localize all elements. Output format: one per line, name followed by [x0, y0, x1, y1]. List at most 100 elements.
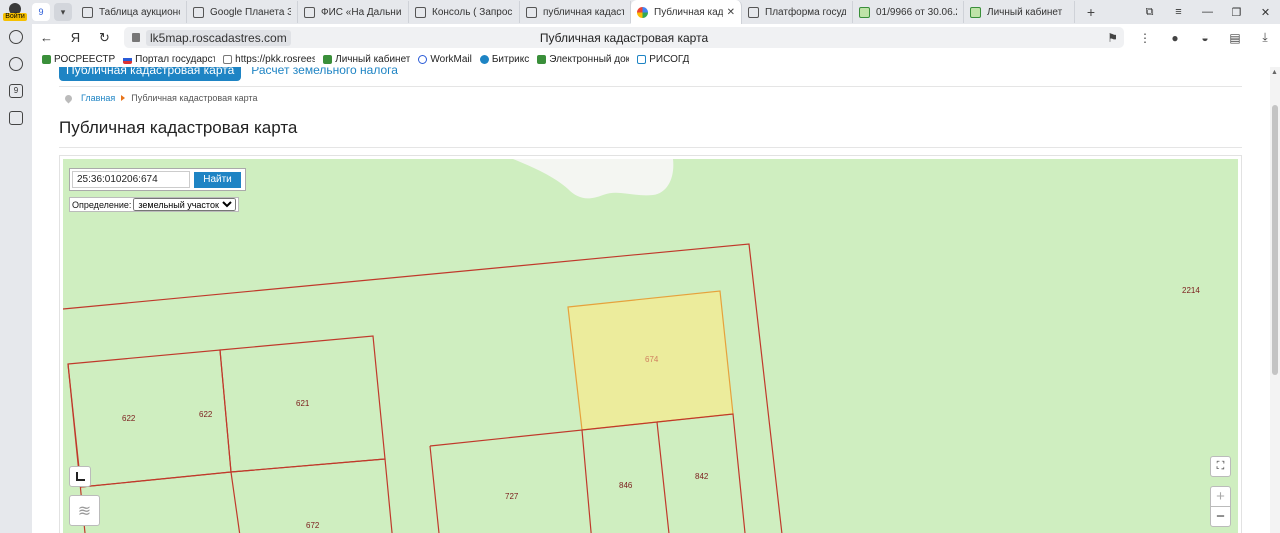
vpn-icon[interactable]: ◒: [1190, 31, 1220, 45]
new-tab-plus-icon[interactable]: +: [1081, 2, 1101, 22]
parcel-727[interactable]: [429, 429, 592, 533]
fullscreen-button[interactable]: ⛶: [1210, 456, 1231, 477]
bookmark-risogd[interactable]: РИСОГД: [637, 54, 689, 65]
reload-icon[interactable]: ↻: [90, 30, 119, 46]
zoom-out-button[interactable]: −: [1210, 506, 1231, 527]
tab-list: Таблица аукционов Google Планета Земля Ф…: [76, 0, 1075, 24]
tab-console-requests[interactable]: Консоль ( Запросы ): [409, 1, 520, 23]
parcel-672-left: [80, 471, 241, 533]
bookmark-pkk[interactable]: https://pkk.rosreestr: [223, 54, 315, 65]
parcel-label-622: 622: [199, 410, 213, 419]
bookmark-gosuslugi[interactable]: Портал государственных: [123, 54, 215, 65]
breadcrumb-home-link[interactable]: Главная: [81, 93, 115, 103]
parcel-label-622: 622: [122, 414, 136, 423]
page-content: Публичная кадастровая карта Расчет земел…: [32, 67, 1270, 533]
emblem-icon: [42, 54, 51, 64]
tab-personal-cabinet[interactable]: Личный кабинет: [964, 1, 1075, 23]
site-nav-tabs: Публичная кадастровая карта Расчет земел…: [59, 67, 408, 81]
minimize-icon[interactable]: —: [1193, 6, 1222, 18]
page-icon: [193, 6, 204, 18]
cadastral-number-input[interactable]: [72, 171, 190, 188]
profile-button[interactable]: Войти: [0, 0, 30, 24]
back-arrow-icon[interactable]: ←: [32, 30, 61, 45]
parcel-label-672: 672: [306, 521, 320, 530]
cadastral-search-box: Найти: [69, 168, 246, 191]
close-window-icon[interactable]: ✕: [1251, 6, 1280, 19]
page-icon: [304, 6, 315, 18]
scroll-up-icon[interactable]: ▲: [1271, 69, 1278, 76]
definition-select[interactable]: земельный участок: [133, 198, 237, 211]
history-icon[interactable]: [9, 30, 23, 44]
tab-document[interactable]: 01/9966 от 30.06.2023: [853, 1, 964, 23]
bookmark-personal-cabinet[interactable]: Личный кабинет: [323, 54, 410, 65]
cabinet-icon: [970, 6, 981, 18]
nav-tab-cadastral-map[interactable]: Публичная кадастровая карта: [59, 67, 242, 81]
page-icon: [415, 6, 426, 18]
browser-tab-strip: Войти 9 ▾ Таблица аукционов Google Плане…: [0, 0, 1280, 24]
parcel-label-842: 842: [695, 472, 709, 481]
tab-public-cadastral-map[interactable]: Публичная кадастровая✕: [631, 0, 742, 24]
tab-fis-far-east[interactable]: ФИС «На Дальний Восток»: [298, 1, 409, 23]
window-controls: ⧉ ≡ — ❐ ✕: [1135, 0, 1280, 24]
tab-google-earth[interactable]: Google Планета Земля: [187, 1, 298, 23]
parcel-label-2214: 2214: [1182, 286, 1200, 295]
yandex-icon[interactable]: Я: [61, 30, 90, 45]
clipboard-icon[interactable]: ▤: [1220, 31, 1250, 45]
more-vertical-icon[interactable]: ⋮: [1130, 31, 1160, 45]
tab-gov-platform[interactable]: Платформа государственных: [742, 1, 853, 23]
restore-icon[interactable]: ❐: [1222, 6, 1251, 19]
breadcrumb-current: Публичная кадастровая карта: [131, 93, 258, 103]
page-title: Публичная кадастровая карта: [59, 118, 298, 137]
google-icon: [637, 6, 648, 18]
bookmark-rosreestr[interactable]: РОСРЕЕСТР: [42, 54, 115, 65]
definition-row: Определение: земельный участок: [69, 197, 240, 212]
ruler-tool-button[interactable]: [69, 466, 91, 487]
toolbar-right: ⋮ ● ◒ ▤ ⤓: [1130, 24, 1280, 51]
map-parcels-layer: [63, 159, 783, 533]
downloads-icon[interactable]: ⤓: [1250, 30, 1280, 45]
close-icon[interactable]: ✕: [727, 7, 735, 18]
page-icon: [223, 54, 233, 64]
badge-icon[interactable]: 9: [9, 84, 23, 98]
location-pin-icon: [63, 93, 74, 103]
parcel-846[interactable]: [581, 421, 670, 533]
nav-tab-land-tax[interactable]: Расчет земельного налога: [241, 67, 408, 81]
bookmark-electronic-doc[interactable]: Электронный документ: [537, 54, 629, 65]
bookmarks-bar: РОСРЕЕСТР Портал государственных https:/…: [32, 51, 1280, 67]
chevron-right-icon: [121, 95, 126, 101]
fullscreen-icon: ⛶: [1216, 460, 1225, 472]
menu-icon[interactable]: ≡: [1164, 6, 1193, 18]
parcel-label-846: 846: [619, 481, 633, 490]
extension-icon[interactable]: ●: [1160, 31, 1190, 45]
parcel-label-727: 727: [505, 492, 519, 501]
cadastral-map[interactable]: 674 622 622 621 727 846 842 672 2214 Най…: [63, 159, 1238, 533]
page-icon: [526, 6, 537, 18]
login-label: Войти: [3, 13, 27, 21]
chevron-down-icon[interactable]: ▾: [54, 3, 72, 21]
bookmark-bitrix[interactable]: Битрикс: [479, 54, 529, 65]
building-icon: [637, 54, 647, 64]
play-icon[interactable]: [9, 57, 23, 71]
scrollbar-thumb[interactable]: [1272, 105, 1278, 375]
page-scrollbar[interactable]: ▲: [1270, 67, 1280, 533]
definition-label: Определение:: [72, 199, 132, 210]
find-button[interactable]: Найти: [194, 171, 241, 188]
parcel-label-621: 621: [296, 399, 310, 408]
tab-count-badge[interactable]: 9: [32, 3, 50, 21]
browser-side-panel: 9: [0, 24, 32, 533]
zoom-in-button[interactable]: +: [1210, 486, 1231, 507]
layers-button[interactable]: ≋: [69, 495, 100, 526]
breadcrumb: Главная Публичная кадастровая карта: [63, 93, 258, 103]
tab-auction-table[interactable]: Таблица аукционов: [76, 1, 187, 23]
bookmark-icon[interactable]: ⚑: [1107, 31, 1118, 45]
corner-icon: [75, 472, 85, 481]
camera-icon[interactable]: [9, 111, 23, 125]
emblem-icon: [323, 54, 333, 64]
map-frame: 674 622 622 621 727 846 842 672 2214 Най…: [59, 155, 1242, 533]
divider: [59, 86, 1242, 87]
bookmark-workmail[interactable]: WorkMail: [418, 54, 472, 65]
collections-icon[interactable]: ⧉: [1135, 6, 1164, 19]
document-icon: [859, 6, 870, 18]
tab-public-cadastral-search[interactable]: публичная кадастровая: [520, 1, 631, 23]
address-field[interactable]: lk5map.roscadastres.com Публичная кадаст…: [124, 27, 1124, 48]
